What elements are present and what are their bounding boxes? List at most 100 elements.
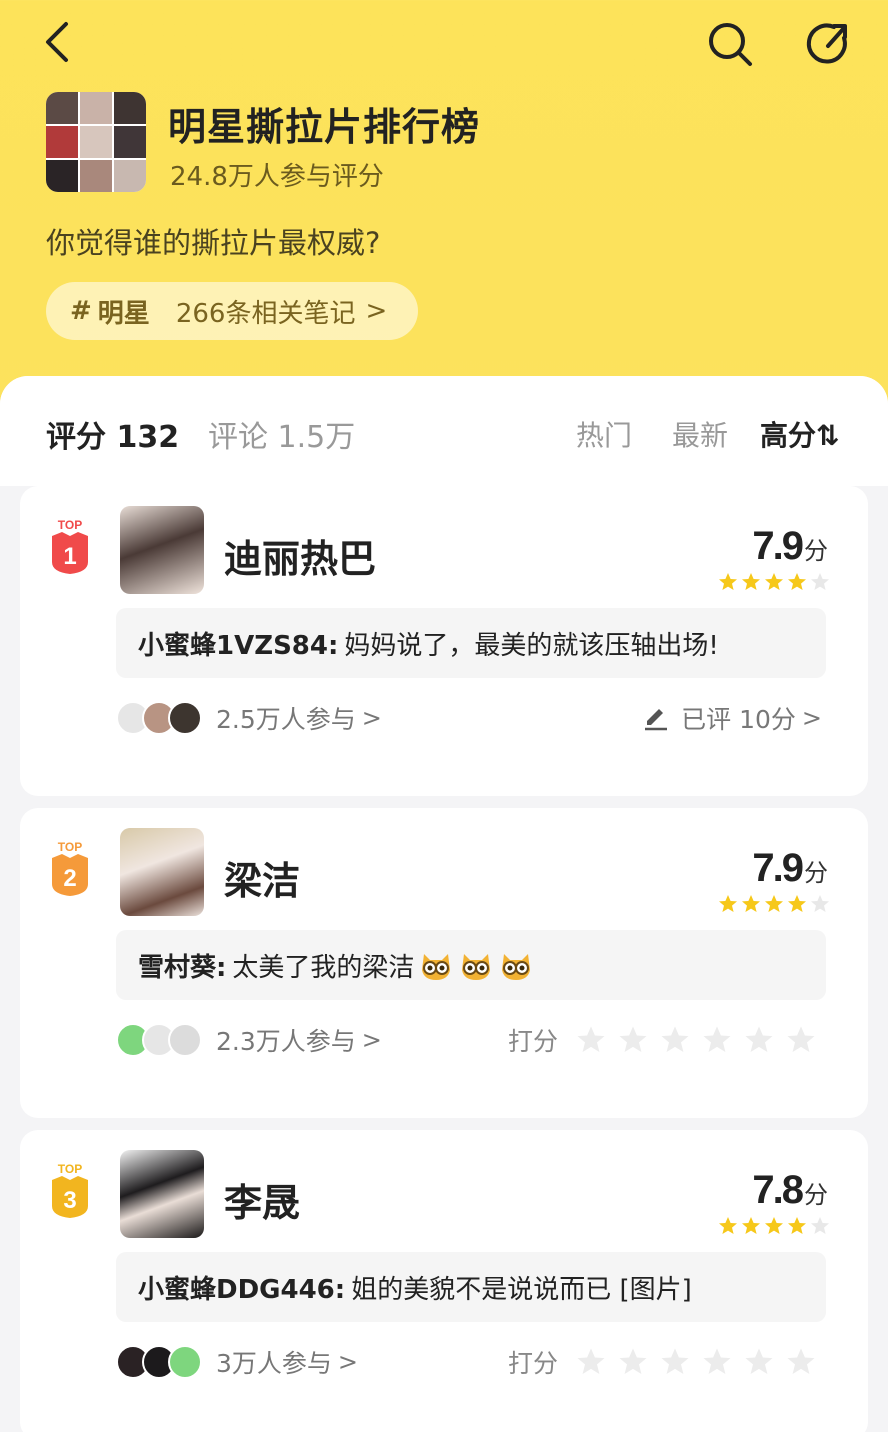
star-filled-icon (788, 1217, 806, 1234)
svg-text:3: 3 (63, 1187, 76, 1214)
rate-star-icon[interactable] (786, 1347, 816, 1377)
comment-text: 太美了我的梁洁 (232, 952, 415, 983)
participant-avatars (116, 1023, 202, 1057)
star-filled-icon (719, 573, 737, 590)
score: 7.9分 (752, 846, 828, 891)
pencil-icon (645, 709, 668, 731)
board-question: 你觉得谁的撕拉片最权威? (46, 226, 381, 260)
participants-link[interactable]: 2.5万人参与 > (116, 698, 382, 738)
star-filled-icon (765, 573, 783, 590)
chevron-right-icon: > (801, 704, 822, 732)
rate-widget: 打分 (508, 1020, 816, 1060)
rated-text: 已评 10分 (681, 705, 796, 734)
rate-star-icon[interactable] (618, 1025, 648, 1055)
comment-author: 小蜜蜂1VZS84: (138, 630, 339, 661)
comment-author: 小蜜蜂DDG446: (138, 1274, 346, 1305)
rate-widget: 打分 (508, 1342, 816, 1382)
rate-star-icon[interactable] (618, 1347, 648, 1377)
rank-card[interactable]: TOP 3 李晟 7.8分 小蜜蜂DDG446: 姐的美貌不是说说而已 [图片]… (20, 1130, 868, 1432)
tab-comments[interactable]: 评论 1.5万 (208, 412, 355, 456)
rank-badge-icon: TOP 3 (52, 1162, 88, 1218)
avatar (168, 1023, 202, 1057)
score: 7.9分 (752, 524, 828, 569)
tab-rating[interactable]: 评分 132 (46, 412, 179, 456)
rate-label: 打分 (508, 1027, 559, 1056)
topic-chip[interactable]: # 明星 266条相关笔记 > (46, 282, 418, 340)
back-icon (46, 22, 68, 62)
svg-text:TOP: TOP (58, 1162, 82, 1176)
avatar (168, 701, 202, 735)
comment-text: 妈妈说了，最美的就该压轴出场! (344, 630, 719, 661)
top-comment[interactable]: 小蜜蜂DDG446: 姐的美貌不是说说而已 [图片] (116, 1252, 826, 1322)
star-filled-icon (719, 1217, 737, 1234)
star-filled-icon (788, 895, 806, 912)
comment-author: 雪村葵: (138, 952, 227, 983)
search-button[interactable] (706, 20, 754, 68)
top-comment[interactable]: 小蜜蜂1VZS84: 妈妈说了，最美的就该压轴出场! (116, 608, 826, 678)
board-cover-collage (46, 92, 146, 192)
board-title: 明星撕拉片排行榜 (168, 105, 481, 149)
share-button[interactable] (804, 20, 852, 68)
rate-star-icon[interactable] (702, 1025, 732, 1055)
svg-text:TOP: TOP (58, 518, 82, 532)
star-empty-icon (811, 1217, 829, 1234)
owl-emoji-icon (502, 954, 531, 980)
participants-count: 3万人参与 (216, 1349, 332, 1378)
svg-text:TOP: TOP (58, 840, 82, 854)
sort-high[interactable]: 高分⇅ (760, 414, 839, 454)
participants-count: 2.3万人参与 (216, 1027, 356, 1056)
person-name[interactable]: 梁洁 (224, 850, 300, 905)
rank-card[interactable]: TOP 2 梁洁 7.9分 雪村葵: 太美了我的梁洁 2.3万人参与 > 打分 (20, 808, 868, 1118)
rate-star-icon[interactable] (660, 1025, 690, 1055)
rated-status[interactable]: 已评 10分 > (643, 698, 822, 738)
avatar[interactable] (120, 828, 204, 916)
rate-stars (576, 1025, 816, 1055)
rate-label: 打分 (508, 1349, 559, 1378)
score-value: 7.9 (752, 846, 804, 890)
rate-star-icon[interactable] (660, 1347, 690, 1377)
star-filled-icon (765, 1217, 783, 1234)
score-stars (718, 572, 830, 592)
star-filled-icon (742, 895, 760, 912)
topic-name: 明星 (97, 298, 150, 329)
rate-star-icon[interactable] (702, 1347, 732, 1377)
board-participants: 24.8万人参与评分 (170, 162, 384, 192)
rate-star-icon[interactable] (786, 1025, 816, 1055)
rate-star-icon[interactable] (744, 1347, 774, 1377)
sort-new[interactable]: 最新 (672, 414, 728, 454)
emoji-group (418, 948, 534, 982)
rank-card[interactable]: TOP 1 迪丽热巴 7.9分 小蜜蜂1VZS84: 妈妈说了，最美的就该压轴出… (20, 486, 868, 796)
star-filled-icon (719, 895, 737, 912)
rate-star-icon[interactable] (576, 1347, 606, 1377)
score-unit: 分 (804, 859, 828, 887)
rank-badge-icon: TOP 2 (52, 840, 88, 896)
back-button[interactable] (38, 20, 78, 64)
owl-emoji-icon (462, 954, 491, 980)
rate-star-icon[interactable] (744, 1025, 774, 1055)
score-stars (718, 894, 830, 914)
person-name[interactable]: 李晟 (224, 1172, 300, 1227)
rank-badge-icon: TOP 1 (52, 518, 88, 574)
top-comment[interactable]: 雪村葵: 太美了我的梁洁 (116, 930, 826, 1000)
rate-star-icon[interactable] (576, 1025, 606, 1055)
chevron-right-icon: > (365, 296, 388, 326)
star-filled-icon (788, 573, 806, 590)
svg-text:2: 2 (63, 865, 76, 892)
chevron-right-icon: > (361, 1026, 382, 1054)
star-empty-icon (811, 895, 829, 912)
person-name[interactable]: 迪丽热巴 (224, 528, 376, 583)
score-value: 7.8 (752, 1168, 804, 1212)
chevron-right-icon: > (337, 1348, 359, 1376)
participants-link[interactable]: 3万人参与 > (116, 1342, 358, 1382)
star-filled-icon (742, 573, 760, 590)
score: 7.8分 (752, 1168, 828, 1213)
participants-link[interactable]: 2.3万人参与 > (116, 1020, 382, 1060)
avatar[interactable] (120, 506, 204, 594)
hash-icon: # (70, 296, 92, 326)
avatar[interactable] (120, 1150, 204, 1238)
avatar (168, 1345, 202, 1379)
participant-avatars (116, 1345, 202, 1379)
sort-hot[interactable]: 热门 (576, 414, 632, 454)
star-filled-icon (765, 895, 783, 912)
participants-count: 2.5万人参与 (216, 705, 356, 734)
